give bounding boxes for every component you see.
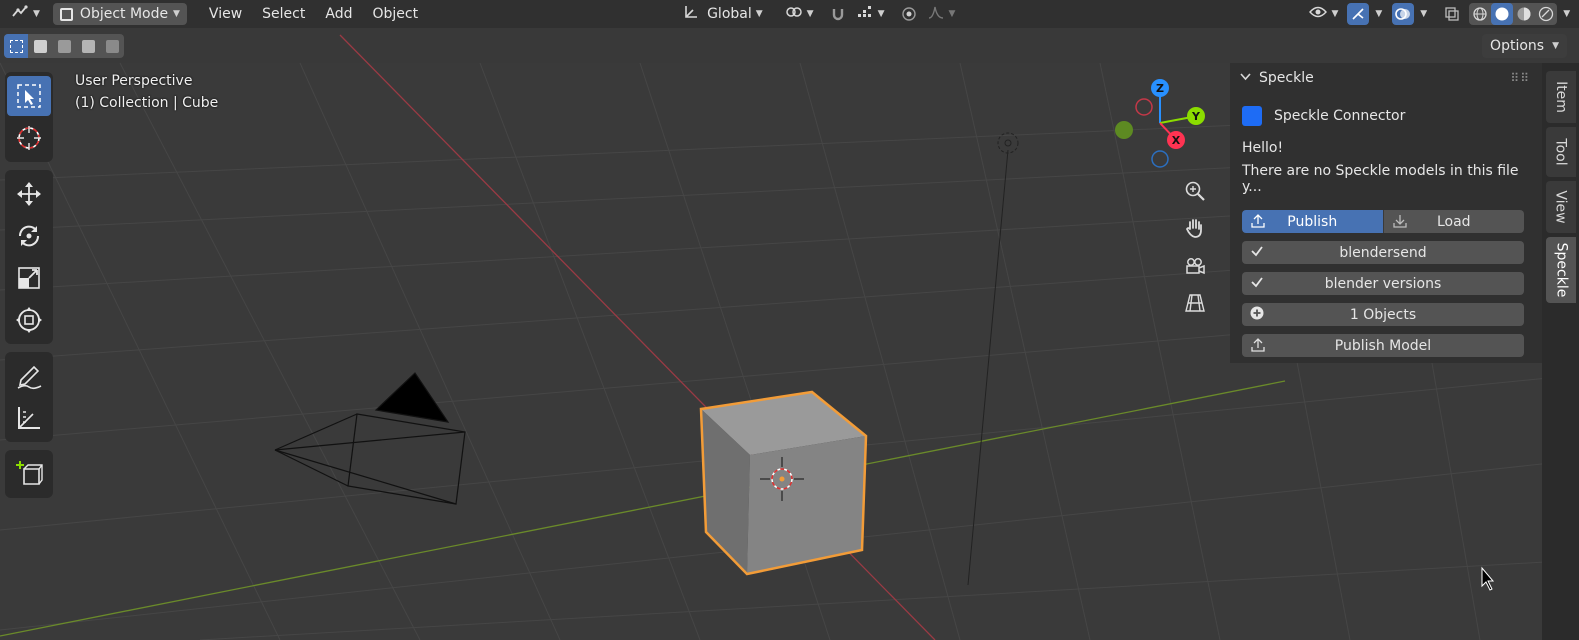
active-object-label: (1) Collection | Cube xyxy=(75,95,219,111)
measure-tool-icon[interactable] xyxy=(7,398,51,438)
project-selector-button[interactable]: blendersend xyxy=(1242,241,1524,264)
chevron-down-icon xyxy=(1240,72,1251,84)
scale-tool-icon[interactable] xyxy=(7,258,51,298)
tab-tool[interactable]: Tool xyxy=(1546,127,1576,177)
load-label: Load xyxy=(1436,213,1471,230)
rotate-tool-icon[interactable] xyxy=(7,216,51,256)
tab-item[interactable]: Item xyxy=(1546,71,1576,123)
panel-title: Speckle xyxy=(1259,70,1314,86)
load-tab-button[interactable]: Load xyxy=(1382,210,1524,233)
transform-tool-group xyxy=(5,170,53,344)
tab-view-label: View xyxy=(1553,190,1570,224)
annotate-tool-group xyxy=(5,352,53,442)
add-tool-group xyxy=(5,450,53,498)
panel-header[interactable]: Speckle ⠿⠿ xyxy=(1230,63,1542,93)
select-box-tool-icon[interactable] xyxy=(7,76,51,116)
tab-view[interactable]: View xyxy=(1546,181,1576,233)
gizmo-z-label: Z xyxy=(1156,82,1164,95)
download-icon xyxy=(1392,213,1408,233)
pan-hand-icon[interactable] xyxy=(1180,213,1210,243)
publish-model-button[interactable]: Publish Model xyxy=(1242,334,1524,357)
info-text: There are no Speckle models in this file… xyxy=(1242,163,1519,195)
project-label: blendersend xyxy=(1339,244,1427,261)
cube-object xyxy=(699,390,868,576)
gizmo-y-label: Y xyxy=(1191,110,1201,123)
publish-tab-button[interactable]: Publish xyxy=(1242,210,1383,233)
transform-tool-icon[interactable] xyxy=(7,300,51,340)
model-label: blender versions xyxy=(1324,275,1442,292)
tab-speckle[interactable]: Speckle xyxy=(1546,237,1576,303)
move-tool-icon[interactable] xyxy=(7,174,51,214)
object-selection-button[interactable]: 1 Objects xyxy=(1242,303,1524,326)
view-perspective-label: User Perspective xyxy=(75,73,193,89)
checkmark-icon xyxy=(1250,275,1264,293)
tab-item-label: Item xyxy=(1553,81,1569,113)
checkmark-icon xyxy=(1250,244,1264,262)
connector-label: Speckle Connector xyxy=(1274,108,1406,124)
hello-row: Hello! xyxy=(1242,138,1524,158)
zoom-icon[interactable] xyxy=(1180,176,1210,206)
add-cube-tool-icon[interactable] xyxy=(7,454,51,494)
publish-load-toggle: Publish Load xyxy=(1242,210,1524,233)
sidebar-tabs: Item Tool View Speckle xyxy=(1542,63,1579,640)
tab-tool-label: Tool xyxy=(1552,138,1569,166)
camera-view-icon[interactable] xyxy=(1180,251,1210,281)
speckle-logo-icon xyxy=(1242,106,1262,126)
drag-handle-icon[interactable]: ⠿⠿ xyxy=(1510,71,1530,85)
tab-speckle-label: Speckle xyxy=(1553,242,1570,298)
upload-icon xyxy=(1250,337,1266,357)
plus-circle-icon xyxy=(1250,306,1264,324)
model-selector-button[interactable]: blender versions xyxy=(1242,272,1524,295)
connector-row: Speckle Connector xyxy=(1242,105,1524,127)
cursor-tool-icon[interactable] xyxy=(7,118,51,158)
tool-shelf xyxy=(5,72,53,506)
publish-label: Publish xyxy=(1287,213,1338,230)
annotate-tool-icon[interactable] xyxy=(7,356,51,396)
gizmo-neg-y xyxy=(1115,121,1133,139)
projection-toggle-icon[interactable] xyxy=(1180,288,1210,318)
hello-text: Hello! xyxy=(1242,140,1284,156)
gizmo-x-label: X xyxy=(1172,134,1181,147)
publish-model-label: Publish Model xyxy=(1334,337,1432,354)
select-tool-group xyxy=(5,72,53,162)
objects-label: 1 Objects xyxy=(1349,306,1417,323)
upload-icon xyxy=(1250,213,1266,233)
speckle-panel: Speckle ⠿⠿ Speckle Connector Hello! Ther… xyxy=(1230,63,1542,363)
info-row: There are no Speckle models in this file… xyxy=(1242,163,1524,195)
